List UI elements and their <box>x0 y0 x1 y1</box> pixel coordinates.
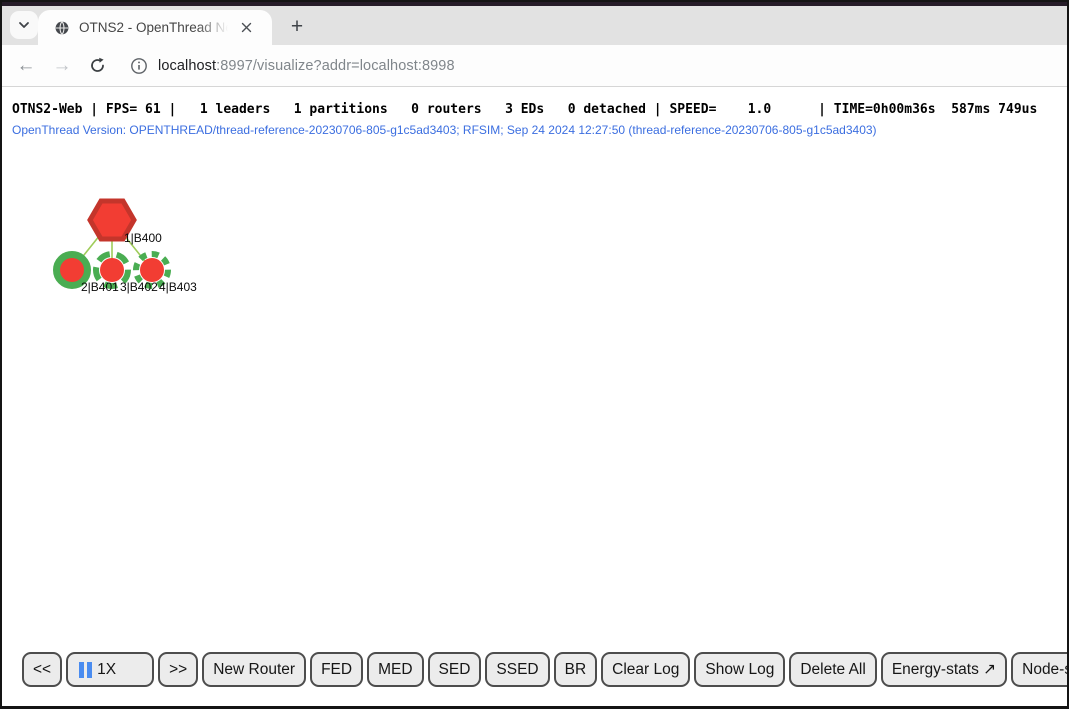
node-label-3: 3|B402 <box>120 280 158 294</box>
url-box[interactable]: localhost:8997/visualize?addr=localhost:… <box>130 57 455 75</box>
node-label-1: 1|B400 <box>124 231 162 245</box>
bottom-toolbar: << 1X >> New Router FED MED SED SSED BR … <box>22 652 1069 687</box>
node-label-4: 4|B403 <box>159 280 197 294</box>
browser-window: OTNS2 - OpenThread Ne + ← → <box>0 0 1069 709</box>
energy-stats-button[interactable]: Energy-stats ↗ <box>881 652 1007 687</box>
address-bar: ← → localhost:8997/visualize?addr=localh… <box>2 45 1067 87</box>
tab-bar: OTNS2 - OpenThread Ne + <box>2 6 1067 45</box>
network-canvas[interactable] <box>2 143 402 443</box>
back-arrow-icon: ← <box>17 55 36 77</box>
new-router-button[interactable]: New Router <box>202 652 306 687</box>
tab-list-button[interactable] <box>10 11 38 39</box>
clear-log-button[interactable]: Clear Log <box>601 652 690 687</box>
node-label-2: 2|B401 <box>81 280 119 294</box>
br-button[interactable]: BR <box>554 652 598 687</box>
info-icon[interactable] <box>130 57 148 75</box>
sed-button[interactable]: SED <box>428 652 482 687</box>
forward-button[interactable]: → <box>47 51 77 81</box>
url-host: localhost <box>158 58 216 74</box>
pause-icon <box>79 662 92 678</box>
globe-icon <box>54 20 70 36</box>
speed-pause-button[interactable]: 1X <box>66 652 154 687</box>
show-log-button[interactable]: Show Log <box>694 652 785 687</box>
speed-up-button[interactable]: >> <box>158 652 198 687</box>
url-path: :8997/visualize?addr=localhost:8998 <box>216 58 455 74</box>
fed-button[interactable]: FED <box>310 652 363 687</box>
new-tab-button[interactable]: + <box>284 14 310 40</box>
url-text[interactable]: localhost:8997/visualize?addr=localhost:… <box>158 58 455 74</box>
chevron-down-icon <box>18 21 30 29</box>
back-button[interactable]: ← <box>11 51 41 81</box>
delete-all-button[interactable]: Delete All <box>789 652 876 687</box>
node-stats-button[interactable]: Node-stats ↗ <box>1011 652 1069 687</box>
tab-otns2[interactable]: OTNS2 - OpenThread Ne <box>38 10 272 45</box>
plus-icon: + <box>291 15 303 39</box>
ssed-button[interactable]: SSED <box>485 652 549 687</box>
page-content: OTNS2-Web | FPS= 61 | 1 leaders 1 partit… <box>2 88 1067 708</box>
speed-label: 1X <box>97 661 116 679</box>
openthread-version-line: OpenThread Version: OPENTHREAD/thread-re… <box>12 123 877 137</box>
simulation-status-line: OTNS2-Web | FPS= 61 | 1 leaders 1 partit… <box>12 102 1037 117</box>
forward-arrow-icon: → <box>53 55 72 77</box>
speed-down-button[interactable]: << <box>22 652 62 687</box>
tab-title: OTNS2 - OpenThread Ne <box>79 20 231 35</box>
reload-button[interactable] <box>82 51 112 81</box>
close-icon[interactable] <box>237 19 255 37</box>
reload-icon <box>89 57 106 74</box>
med-button[interactable]: MED <box>367 652 423 687</box>
